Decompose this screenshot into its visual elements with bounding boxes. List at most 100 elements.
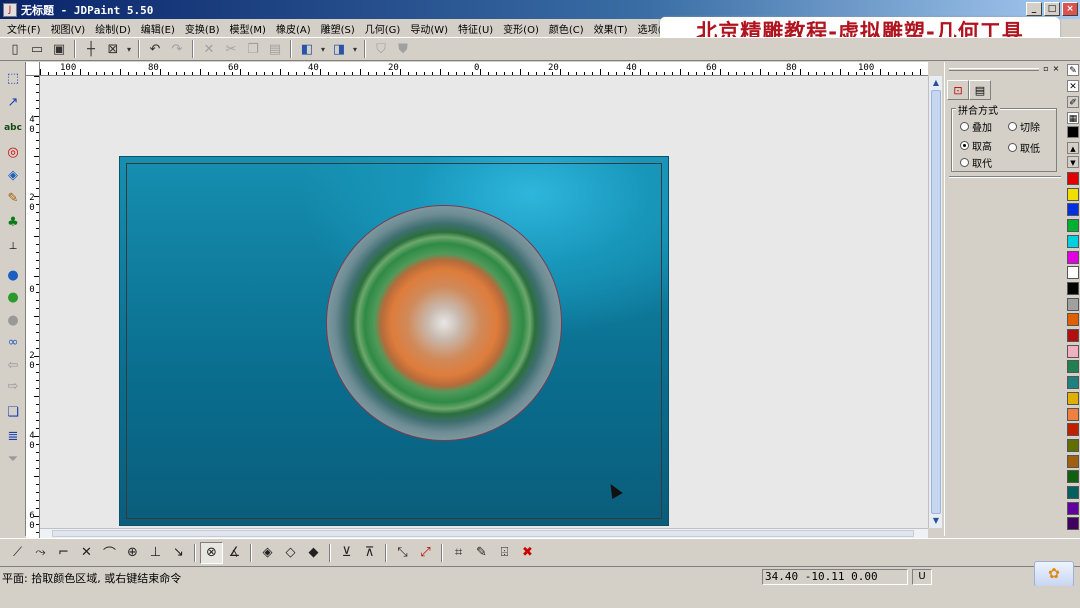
radio-dot[interactable] (1008, 122, 1017, 131)
dropdown-arrow-icon[interactable]: ▾ (124, 39, 134, 59)
shield-fill-icon[interactable]: ⛊ (392, 39, 414, 59)
color-swatch[interactable] (1067, 234, 1079, 248)
color-swatch[interactable] (1067, 391, 1079, 405)
trim-tool-icon[interactable]: ✕ (75, 542, 98, 564)
menu-transform[interactable]: 变换(B) (180, 21, 225, 36)
paint-brush-icon[interactable]: ✎ (2, 188, 24, 208)
lines-icon[interactable]: ≣ (2, 426, 24, 446)
menu-eraser[interactable]: 橡皮(A) (271, 21, 316, 36)
circle-target-icon[interactable]: ◎ (2, 142, 24, 162)
menu-view[interactable]: 视图(V) (46, 21, 91, 36)
vertical-scrollbar[interactable]: ▲ ▼ (928, 76, 942, 528)
scroll-up-icon[interactable]: ▲ (930, 77, 942, 89)
spline-tool-icon[interactable]: ⤳ (29, 542, 52, 564)
panel-restore-icon[interactable]: ▫ (1041, 64, 1051, 73)
layer-down-icon[interactable]: ⊻ (335, 542, 358, 564)
radio-take-high[interactable]: 取高 (960, 138, 992, 153)
menu-file[interactable]: 文件(F) (2, 21, 46, 36)
horizontal-scrollbar[interactable] (40, 528, 928, 538)
properties-tool-icon[interactable]: ⌹ (493, 542, 516, 564)
menu-deform[interactable]: 变形(O) (498, 21, 544, 36)
color-swatch[interactable] (1067, 219, 1079, 233)
radio-replace[interactable]: 取代 (960, 155, 992, 170)
layer-up-icon[interactable]: ⊼ (358, 542, 381, 564)
line-tool-icon[interactable]: ⟋ (6, 542, 29, 564)
zoom-window-icon[interactable]: ⊠ (102, 39, 124, 59)
color-swatch[interactable] (1067, 344, 1079, 358)
radio-dot[interactable] (1008, 143, 1017, 152)
menu-feature[interactable]: 特征(U) (453, 21, 498, 36)
color-swatch[interactable] (1067, 172, 1079, 185)
3d-view-icon[interactable]: ◨ (328, 39, 350, 59)
color-swatch[interactable] (1067, 470, 1079, 484)
arrow-right-icon[interactable]: ⇨ (2, 376, 24, 396)
radio-dot[interactable] (960, 158, 969, 167)
stamp-icon[interactable]: ♣ (2, 212, 24, 232)
color-swatch[interactable] (1067, 281, 1079, 295)
horizontal-scroll-thumb[interactable] (52, 530, 914, 537)
tab-node-icon[interactable]: ⊡ (947, 80, 969, 100)
menu-edit[interactable]: 编辑(E) (136, 21, 180, 36)
select-remove-icon[interactable]: ⤡ (391, 542, 414, 564)
shield-icon[interactable]: ⛉ (370, 39, 392, 59)
crosshair-icon[interactable]: ┼ (80, 39, 102, 59)
color-swatch[interactable] (1067, 454, 1079, 468)
vertical-scroll-thumb[interactable] (931, 90, 941, 514)
node-edit-icon[interactable]: ↗ (2, 92, 24, 112)
menu-effect[interactable]: 效果(T) (589, 21, 633, 36)
color-swatch[interactable] (1067, 517, 1079, 531)
close-button[interactable]: × (1062, 2, 1078, 16)
color-swatch[interactable] (1067, 438, 1079, 452)
corner-tool-icon[interactable]: ⌐ (52, 542, 75, 564)
panel-grip[interactable] (949, 68, 1039, 71)
radio-overlay[interactable]: 叠加 (960, 119, 992, 134)
relief-artboard[interactable] (119, 156, 669, 526)
color-swatch[interactable] (1067, 313, 1079, 327)
copy-icon[interactable]: ❐ (242, 39, 264, 59)
color-swatch[interactable] (1067, 376, 1079, 390)
layers-icon[interactable]: ❏ (2, 402, 24, 422)
text-abc-icon[interactable]: abc (2, 118, 24, 138)
balloon-gray-icon[interactable]: ● (2, 310, 24, 330)
color-swatch[interactable] (1067, 250, 1079, 264)
drawing-canvas[interactable] (40, 76, 928, 528)
mesh-tool-icon[interactable]: ⌗ (447, 542, 470, 564)
dropdown-arrow-icon[interactable]: ▾ (318, 39, 328, 59)
new-file-icon[interactable]: ▯ (4, 39, 26, 59)
open-folder-icon[interactable]: ▭ (26, 39, 48, 59)
cut-icon[interactable]: ✂ (220, 39, 242, 59)
menu-geometry[interactable]: 几何(G) (360, 21, 406, 36)
maximize-button[interactable]: □ (1044, 2, 1060, 16)
radio-dot[interactable] (960, 122, 969, 131)
angle-tool-icon[interactable]: ∡ (223, 542, 246, 564)
palette-scroll-down-icon[interactable]: ▼ (1067, 156, 1079, 168)
cancel-command-icon[interactable]: ✖ (516, 542, 539, 564)
color-swatch[interactable] (1067, 501, 1079, 515)
current-color-swatch[interactable] (1067, 126, 1079, 138)
undo-icon[interactable]: ↶ (144, 39, 166, 59)
palette-scroll-up-icon[interactable]: ▲ (1067, 142, 1079, 154)
paste-icon[interactable]: ▤ (264, 39, 286, 59)
minimize-button[interactable]: _ (1026, 2, 1042, 16)
menu-draw[interactable]: 绘制(D) (90, 21, 136, 36)
circular-relief-model[interactable] (326, 205, 562, 441)
measure-icon[interactable]: ⊥ (2, 236, 24, 256)
menu-color[interactable]: 颜色(C) (544, 21, 589, 36)
node-diamond-2-icon[interactable]: ◇ (279, 542, 302, 564)
link-icon[interactable]: ∞ (2, 332, 24, 352)
3d-box-icon[interactable]: ◧ (296, 39, 318, 59)
radio-take-low[interactable]: 取低 (1008, 140, 1040, 155)
ime-logo-icon[interactable]: ✿ (1034, 561, 1074, 587)
pen-icon[interactable]: ✎ (1067, 64, 1079, 76)
balloon-green-icon[interactable]: ● (2, 287, 24, 307)
select-icon[interactable]: ⬚ (2, 68, 24, 88)
balloon-blue-icon[interactable]: ● (2, 265, 24, 285)
redo-icon[interactable]: ↷ (166, 39, 188, 59)
panel-close-icon[interactable]: × (1051, 64, 1061, 73)
brush-icon[interactable]: ✐ (1067, 96, 1079, 108)
arrow-left-icon[interactable]: ⇦ (2, 355, 24, 375)
color-swatch[interactable] (1067, 187, 1079, 201)
no-color-icon[interactable]: ✕ (1067, 80, 1079, 92)
pattern-icon[interactable]: ▦ (1067, 112, 1079, 124)
radio-cut[interactable]: 切除 (1008, 119, 1040, 134)
